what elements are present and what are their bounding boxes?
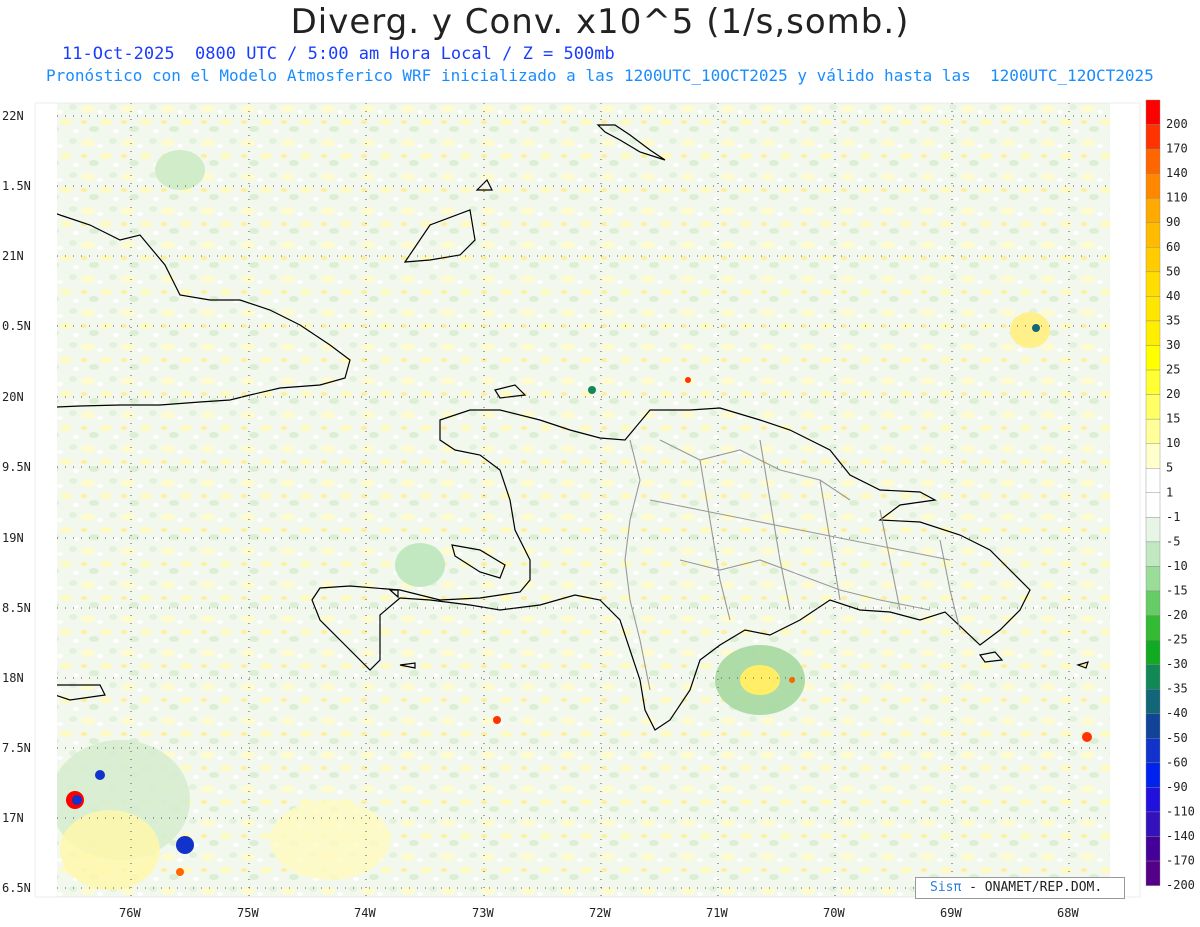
credit-box: Sisπ - ONAMET/REP.DOM. bbox=[915, 877, 1125, 899]
colorbar-swatch bbox=[1145, 689, 1161, 714]
colorbar-label: 200 bbox=[1166, 117, 1188, 131]
colorbar-label: -1 bbox=[1166, 510, 1180, 524]
lat-label: 9.5N bbox=[2, 460, 31, 474]
lat-label: 0.5N bbox=[2, 319, 31, 333]
colorbar-swatch bbox=[1145, 615, 1161, 641]
colorbar-swatch bbox=[1145, 443, 1161, 469]
colorbar-swatch bbox=[1145, 418, 1161, 444]
colorbar-swatch bbox=[1145, 394, 1161, 420]
colorbar-label: 40 bbox=[1166, 289, 1180, 303]
colorbar-label: -20 bbox=[1166, 608, 1188, 622]
colorbar-label: 20 bbox=[1166, 387, 1180, 401]
colorbar-label: -50 bbox=[1166, 731, 1188, 745]
colorbar-swatch bbox=[1145, 173, 1161, 199]
lon-label: 74W bbox=[354, 906, 376, 920]
colorbar-label: -170 bbox=[1166, 854, 1195, 868]
colorbar-swatch bbox=[1145, 124, 1161, 150]
lat-label: 22N bbox=[2, 109, 24, 123]
colorbar-swatch bbox=[1145, 762, 1161, 788]
colorbar-swatch bbox=[1145, 148, 1161, 174]
colorbar-swatch bbox=[1145, 787, 1161, 813]
latitude-labels: 22N 1.5N 21N 0.5N 20N 9.5N 19N 8.5N 18N … bbox=[2, 109, 31, 895]
divergence-field bbox=[57, 103, 1110, 897]
colorbar-swatch bbox=[1145, 639, 1161, 665]
colorbar-label: -40 bbox=[1166, 706, 1188, 720]
lon-label: 73W bbox=[472, 906, 494, 920]
colorbar-label: 170 bbox=[1166, 142, 1188, 156]
colorbar-label: 30 bbox=[1166, 338, 1180, 352]
credit-text: - ONAMET/REP.DOM. bbox=[969, 880, 1103, 895]
divergence-map: 22N 1.5N 21N 0.5N 20N 9.5N 19N 8.5N 18N … bbox=[2, 99, 1195, 920]
colorbar-swatch bbox=[1145, 369, 1161, 395]
lon-label: 68W bbox=[1057, 906, 1079, 920]
lat-label: 7.5N bbox=[2, 741, 31, 755]
colorbar-label: 140 bbox=[1166, 166, 1188, 180]
lon-label: 70W bbox=[823, 906, 845, 920]
colorbar-label: 1 bbox=[1166, 485, 1173, 499]
lat-label: 6.5N bbox=[2, 881, 31, 895]
colorbar-swatch bbox=[1145, 713, 1161, 739]
colorbar-label: 5 bbox=[1166, 461, 1173, 475]
colorbar-swatch bbox=[1145, 468, 1161, 493]
colorbar-label: -30 bbox=[1166, 657, 1188, 671]
colorbar-label: 60 bbox=[1166, 240, 1180, 254]
colorbar-swatch bbox=[1145, 271, 1161, 297]
colorbar-swatch bbox=[1145, 541, 1161, 567]
lon-label: 76W bbox=[119, 906, 141, 920]
colorbar-swatch bbox=[1145, 320, 1161, 346]
colorbar-label: -140 bbox=[1166, 829, 1195, 843]
colorbar-swatch bbox=[1145, 811, 1161, 837]
colorbar-label: -200 bbox=[1166, 878, 1195, 892]
colorbar-swatch bbox=[1145, 664, 1161, 690]
colorbar-label: 10 bbox=[1166, 436, 1180, 450]
colorbar-label: -35 bbox=[1166, 682, 1188, 696]
colorbar-label: -5 bbox=[1166, 534, 1180, 548]
lon-label: 75W bbox=[237, 906, 259, 920]
lon-label: 72W bbox=[589, 906, 611, 920]
colorbar-swatch bbox=[1145, 296, 1161, 322]
colorbar-swatch bbox=[1145, 222, 1161, 248]
colorbar-swatch bbox=[1145, 197, 1161, 223]
colorbar-label: -25 bbox=[1166, 633, 1188, 647]
lat-label: 18N bbox=[2, 671, 24, 685]
lat-label: 8.5N bbox=[2, 601, 31, 615]
colorbar-swatch bbox=[1145, 345, 1161, 371]
lat-label: 19N bbox=[2, 531, 24, 545]
colorbar-label: -90 bbox=[1166, 780, 1188, 794]
colorbar-label: -15 bbox=[1166, 583, 1188, 597]
lon-label: 71W bbox=[706, 906, 728, 920]
colorbar-swatch bbox=[1145, 590, 1161, 616]
colorbar: 200 170 140 110 90 60 50 40 35 30 25 20 15 10 5 1 -1 -5 -1… bbox=[1145, 99, 1195, 892]
colorbar-swatch bbox=[1145, 860, 1161, 886]
colorbar-swatch bbox=[1145, 247, 1161, 273]
colorbar-swatch bbox=[1145, 99, 1161, 125]
colorbar-label: 50 bbox=[1166, 264, 1180, 278]
colorbar-label: -10 bbox=[1166, 559, 1188, 573]
lon-label: 69W bbox=[940, 906, 962, 920]
longitude-labels: 76W 75W 74W 73W 72W 71W 70W 69W 68W bbox=[119, 906, 1079, 920]
colorbar-label: 35 bbox=[1166, 313, 1180, 327]
colorbar-swatch bbox=[1145, 492, 1161, 518]
sispi-logo: Sisπ bbox=[930, 880, 962, 895]
colorbar-label: 15 bbox=[1166, 412, 1180, 426]
colorbar-label: -110 bbox=[1166, 804, 1195, 818]
colorbar-label: -60 bbox=[1166, 755, 1188, 769]
lat-label: 21N bbox=[2, 249, 24, 263]
colorbar-swatch bbox=[1145, 836, 1161, 862]
colorbar-swatch bbox=[1145, 566, 1161, 592]
colorbar-swatch bbox=[1145, 517, 1161, 543]
lat-label: 17N bbox=[2, 811, 24, 825]
colorbar-label: 110 bbox=[1166, 191, 1188, 205]
colorbar-swatch bbox=[1145, 738, 1161, 764]
lat-label: 1.5N bbox=[2, 179, 31, 193]
lat-label: 20N bbox=[2, 390, 24, 404]
colorbar-label: 90 bbox=[1166, 215, 1180, 229]
colorbar-label: 25 bbox=[1166, 363, 1180, 377]
